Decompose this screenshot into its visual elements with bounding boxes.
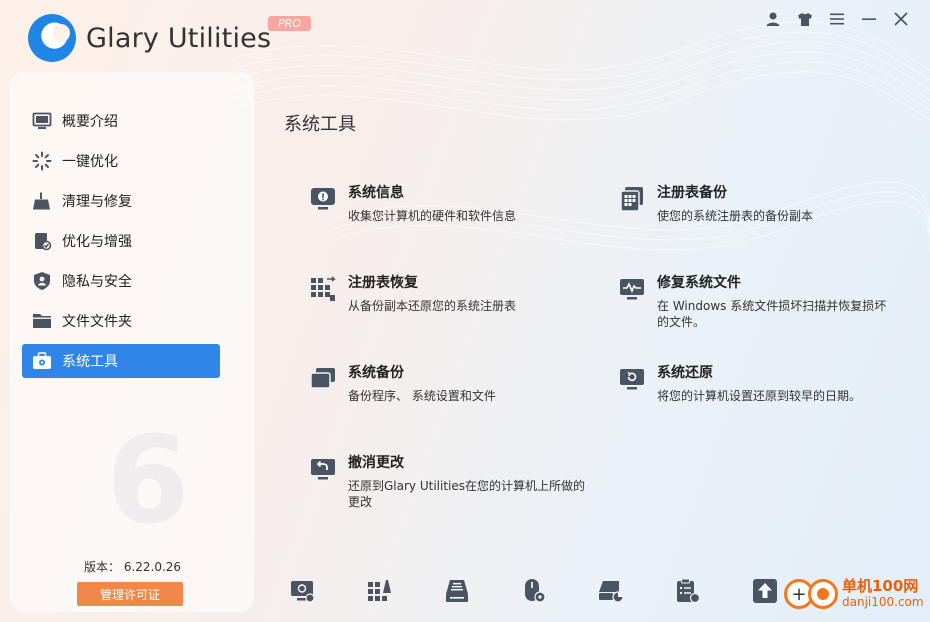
sidebar-item-optimize[interactable]: 优化与增强 <box>22 224 220 258</box>
drive-icon[interactable] <box>444 578 470 604</box>
app-logo: Glary Utilities <box>28 14 271 62</box>
sparkle-icon <box>32 151 52 171</box>
system-restore-icon <box>619 366 645 392</box>
upgrade-icon[interactable] <box>752 578 778 604</box>
pro-badge: PRO <box>268 16 311 31</box>
shield-icon <box>32 271 52 291</box>
disk-analysis-icon[interactable] <box>598 578 624 604</box>
manage-license-button[interactable]: 管理许可证 <box>77 582 183 606</box>
tool-name: 系统备份 <box>348 365 404 381</box>
system-info-icon <box>310 186 336 212</box>
boost-icon <box>32 231 52 251</box>
checklist-icon[interactable] <box>675 578 701 604</box>
sidebar-item-overview[interactable]: 概要介绍 <box>22 104 220 138</box>
tool-description: 备份程序、 系统设置和文件 <box>348 389 496 403</box>
sidebar-item-one-click[interactable]: 一键优化 <box>22 144 220 178</box>
disk-cleanup-icon[interactable] <box>290 578 316 604</box>
watermark-dot-icon <box>808 579 838 609</box>
close-icon[interactable] <box>892 10 910 28</box>
tool-name: 修复系统文件 <box>657 275 741 291</box>
repair-files-icon <box>619 276 645 302</box>
undo-changes-icon <box>310 456 336 482</box>
registry-icon[interactable] <box>367 578 393 604</box>
user-icon[interactable] <box>764 10 782 28</box>
quick-tools-bar <box>290 578 829 604</box>
registry-restore-icon <box>310 276 336 302</box>
toolbox-icon <box>32 351 52 371</box>
sidebar-item-label: 一键优化 <box>62 154 118 170</box>
sidebar-item-clean-repair[interactable]: 清理与修复 <box>22 184 220 218</box>
sidebar-item-label: 概要介绍 <box>62 114 118 130</box>
app-title: Glary Utilities <box>86 22 272 54</box>
monitor-icon <box>32 111 52 131</box>
mouse-icon[interactable] <box>521 578 547 604</box>
folder-icon <box>32 311 52 331</box>
minimize-icon[interactable] <box>860 10 878 28</box>
tool-description: 将您的计算机设置还原到较早的日期。 <box>657 389 862 403</box>
tool-name: 系统信息 <box>348 185 404 201</box>
tool-name: 注册表恢复 <box>348 275 418 291</box>
logo-icon <box>28 14 76 62</box>
watermark-url: danji100.com <box>842 595 924 609</box>
version-watermark: 6 <box>106 412 190 551</box>
registry-backup-icon <box>619 186 645 212</box>
sidebar: 6 概要介绍 一键优化 清理与修复 优化与增强 隐私与安全 文件文件夹 系统工具… <box>10 72 254 612</box>
sidebar-nav: 概要介绍 一键优化 清理与修复 优化与增强 隐私与安全 文件文件夹 系统工具 <box>22 104 220 384</box>
sidebar-item-privacy[interactable]: 隐私与安全 <box>22 264 220 298</box>
tool-name: 撤消更改 <box>348 455 404 471</box>
titlebar-controls <box>764 10 910 28</box>
sidebar-item-files[interactable]: 文件文件夹 <box>22 304 220 338</box>
sidebar-item-label: 清理与修复 <box>62 194 132 210</box>
sidebar-item-label: 文件文件夹 <box>62 314 132 330</box>
watermark-cn: 单机100网 <box>842 577 919 595</box>
sidebar-item-label: 隐私与安全 <box>62 274 132 290</box>
menu-icon[interactable] <box>828 10 846 28</box>
tool-description: 在 Windows 系统文件损坏扫描并恢复损坏的文件。 <box>657 299 887 329</box>
system-backup-icon <box>310 366 336 392</box>
tool-description: 收集您计算机的硬件和软件信息 <box>348 209 517 223</box>
tool-description: 还原到Glary Utilities在您的计算机上所做的更改 <box>348 479 586 509</box>
app-window: Glary Utilities PRO 6 概要介绍 一键优化 清理与修复 优化… <box>0 0 930 622</box>
tool-description: 从备份副本还原您的系统注册表 <box>348 299 517 313</box>
skin-icon[interactable] <box>796 10 814 28</box>
page-title: 系统工具 <box>284 114 356 135</box>
version-label: 版本： 6.22.0.26 <box>84 560 182 574</box>
site-watermark: + 单机100网 danji100.com <box>784 578 924 610</box>
sidebar-item-label: 系统工具 <box>62 354 118 370</box>
broom-icon <box>32 191 52 211</box>
tool-description: 使您的系统注册表的备份副本 <box>657 209 814 223</box>
tool-name: 注册表备份 <box>657 185 727 201</box>
sidebar-item-system-tools[interactable]: 系统工具 <box>22 344 220 378</box>
sidebar-item-label: 优化与增强 <box>62 234 132 250</box>
tool-name: 系统还原 <box>657 365 713 381</box>
